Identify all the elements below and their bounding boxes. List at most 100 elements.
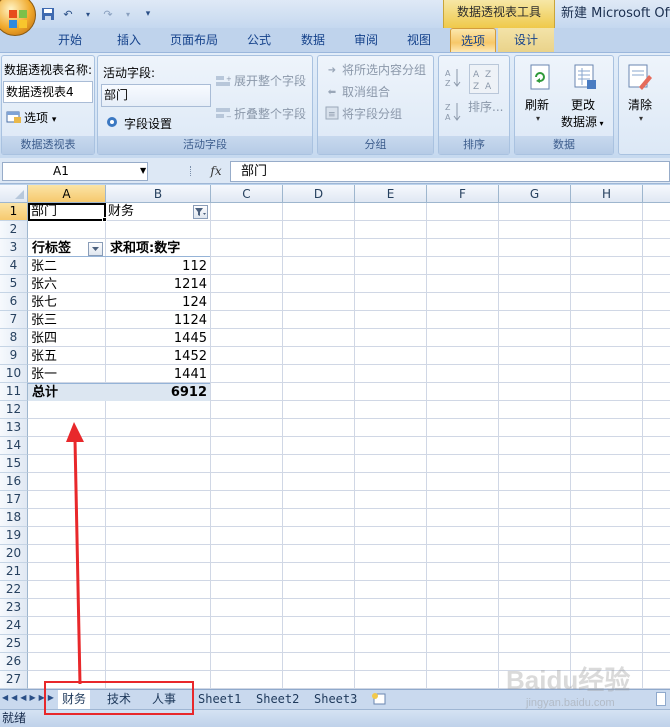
- tab-view[interactable]: 视图: [396, 28, 442, 52]
- column-header-g[interactable]: G: [499, 185, 571, 203]
- insert-sheet-icon[interactable]: [370, 692, 388, 706]
- select-all-corner[interactable]: [0, 185, 28, 203]
- undo-icon[interactable]: ↶: [60, 6, 76, 22]
- row-header[interactable]: 22: [0, 581, 28, 599]
- sort-az-icon[interactable]: AZ: [444, 66, 462, 90]
- row-header[interactable]: 19: [0, 527, 28, 545]
- pivot-row-value[interactable]: 124: [110, 294, 207, 311]
- insert-function-icon[interactable]: fx: [203, 161, 229, 182]
- row-header[interactable]: 24: [0, 617, 28, 635]
- clear-dropdown-icon[interactable]: ▾: [639, 114, 643, 123]
- column-header-c[interactable]: C: [211, 185, 283, 203]
- row-header[interactable]: 5: [0, 275, 28, 293]
- pivot-row-value[interactable]: 1452: [110, 348, 207, 365]
- row-header[interactable]: 26: [0, 653, 28, 671]
- save-icon[interactable]: [40, 6, 56, 22]
- change-source-line2[interactable]: 数据源 ▾: [561, 113, 604, 130]
- row-header[interactable]: 1: [0, 203, 28, 221]
- tab-formulas[interactable]: 公式: [236, 28, 282, 52]
- row-header[interactable]: 7: [0, 311, 28, 329]
- undo-dropdown-icon[interactable]: ▾: [80, 6, 96, 22]
- row-header[interactable]: 15: [0, 455, 28, 473]
- pivot-row-label[interactable]: 张五: [31, 348, 57, 365]
- tab-page-layout[interactable]: 页面布局: [160, 28, 228, 52]
- tab-options[interactable]: 选项: [450, 28, 496, 52]
- row-header[interactable]: 2: [0, 221, 28, 239]
- sheet-tab-sheet2[interactable]: Sheet2: [252, 690, 303, 709]
- pivot-row-label[interactable]: 张七: [31, 294, 57, 311]
- cell-b1[interactable]: 财务: [108, 203, 134, 220]
- column-header-partial[interactable]: [643, 185, 670, 203]
- report-filter-icon[interactable]: [193, 205, 208, 219]
- row-labels-dropdown-icon[interactable]: [88, 242, 103, 256]
- collapse-field-button[interactable]: 折叠整个字段: [234, 105, 306, 122]
- column-header-b[interactable]: B: [106, 185, 211, 203]
- row-header[interactable]: 12: [0, 401, 28, 419]
- pivot-name-input[interactable]: 数据透视表4: [3, 81, 93, 103]
- row-header[interactable]: 21: [0, 563, 28, 581]
- group-field-button[interactable]: 将字段分组: [342, 105, 402, 122]
- row-header[interactable]: 14: [0, 437, 28, 455]
- sort-za-icon[interactable]: ZA: [444, 100, 462, 124]
- options-button[interactable]: 选项 ▾: [24, 109, 56, 126]
- pivot-row-value[interactable]: 112: [110, 258, 207, 275]
- ungroup-button[interactable]: 取消组合: [342, 83, 390, 100]
- column-header-h[interactable]: H: [571, 185, 643, 203]
- row-header[interactable]: 27: [0, 671, 28, 689]
- sheet-tab-sheet3[interactable]: Sheet3: [310, 690, 361, 709]
- pivot-row-label[interactable]: 张六: [31, 276, 57, 293]
- change-source-line1[interactable]: 更改: [571, 96, 595, 113]
- row-header[interactable]: 17: [0, 491, 28, 509]
- refresh-dropdown-icon[interactable]: ▾: [536, 114, 540, 123]
- refresh-button[interactable]: 刷新: [525, 96, 549, 113]
- row-header[interactable]: 8: [0, 329, 28, 347]
- expand-field-button[interactable]: 展开整个字段: [234, 72, 306, 89]
- column-header-e[interactable]: E: [355, 185, 427, 203]
- pivot-row-value[interactable]: 1441: [110, 366, 207, 383]
- column-header-a[interactable]: A: [28, 185, 106, 203]
- pivot-row-value[interactable]: 1445: [110, 330, 207, 347]
- formula-splitter[interactable]: [190, 166, 198, 176]
- fill-handle[interactable]: [102, 217, 107, 222]
- row-header[interactable]: 11: [0, 383, 28, 401]
- tab-design[interactable]: 设计: [503, 28, 549, 52]
- row-header[interactable]: 20: [0, 545, 28, 563]
- cell-a1[interactable]: 部门: [31, 203, 57, 220]
- customize-qat-icon[interactable]: ▾: [140, 6, 156, 22]
- redo-dropdown-icon[interactable]: ▾: [120, 6, 136, 22]
- name-box-dropdown-icon[interactable]: ▼: [140, 162, 150, 180]
- tab-data[interactable]: 数据: [290, 28, 336, 52]
- pivot-row-label[interactable]: 张三: [31, 312, 57, 329]
- sort-button[interactable]: 排序...: [468, 98, 503, 115]
- column-header-d[interactable]: D: [283, 185, 355, 203]
- active-field-input[interactable]: 部门: [101, 84, 211, 107]
- row-header[interactable]: 13: [0, 419, 28, 437]
- row-header[interactable]: 4: [0, 257, 28, 275]
- row-header[interactable]: 25: [0, 635, 28, 653]
- row-header[interactable]: 3: [0, 239, 28, 257]
- redo-icon[interactable]: ↷: [100, 6, 116, 22]
- tab-review[interactable]: 审阅: [343, 28, 389, 52]
- tab-insert[interactable]: 插入: [106, 28, 152, 52]
- clear-button[interactable]: 清除: [628, 96, 652, 113]
- column-header-f[interactable]: F: [427, 185, 499, 203]
- name-box[interactable]: A1: [2, 162, 148, 181]
- pivot-row-value[interactable]: 1214: [110, 276, 207, 293]
- row-header[interactable]: 23: [0, 599, 28, 617]
- sheet-tab-sheet1[interactable]: Sheet1: [194, 690, 245, 709]
- sort-dialog-icon[interactable]: AZZA: [469, 64, 499, 94]
- row-header[interactable]: 10: [0, 365, 28, 383]
- pivot-row-label[interactable]: 张四: [31, 330, 57, 347]
- row-header[interactable]: 9: [0, 347, 28, 365]
- field-settings-button[interactable]: 字段设置: [124, 115, 172, 132]
- tab-home[interactable]: 开始: [44, 28, 96, 52]
- row-header[interactable]: 18: [0, 509, 28, 527]
- group-selection-button[interactable]: 将所选内容分组: [342, 61, 426, 78]
- row-header[interactable]: 16: [0, 473, 28, 491]
- formula-input[interactable]: 部门: [230, 161, 670, 182]
- hscroll-handle[interactable]: [656, 692, 666, 706]
- worksheet-grid[interactable]: A B C D E F G H 1 2 3 4 5 6 7 8 9 10 11 12 13 14 15 16 1…: [0, 185, 670, 690]
- pivot-row-value[interactable]: 1124: [110, 312, 207, 329]
- pivot-row-label[interactable]: 张二: [31, 258, 57, 275]
- row-header[interactable]: 6: [0, 293, 28, 311]
